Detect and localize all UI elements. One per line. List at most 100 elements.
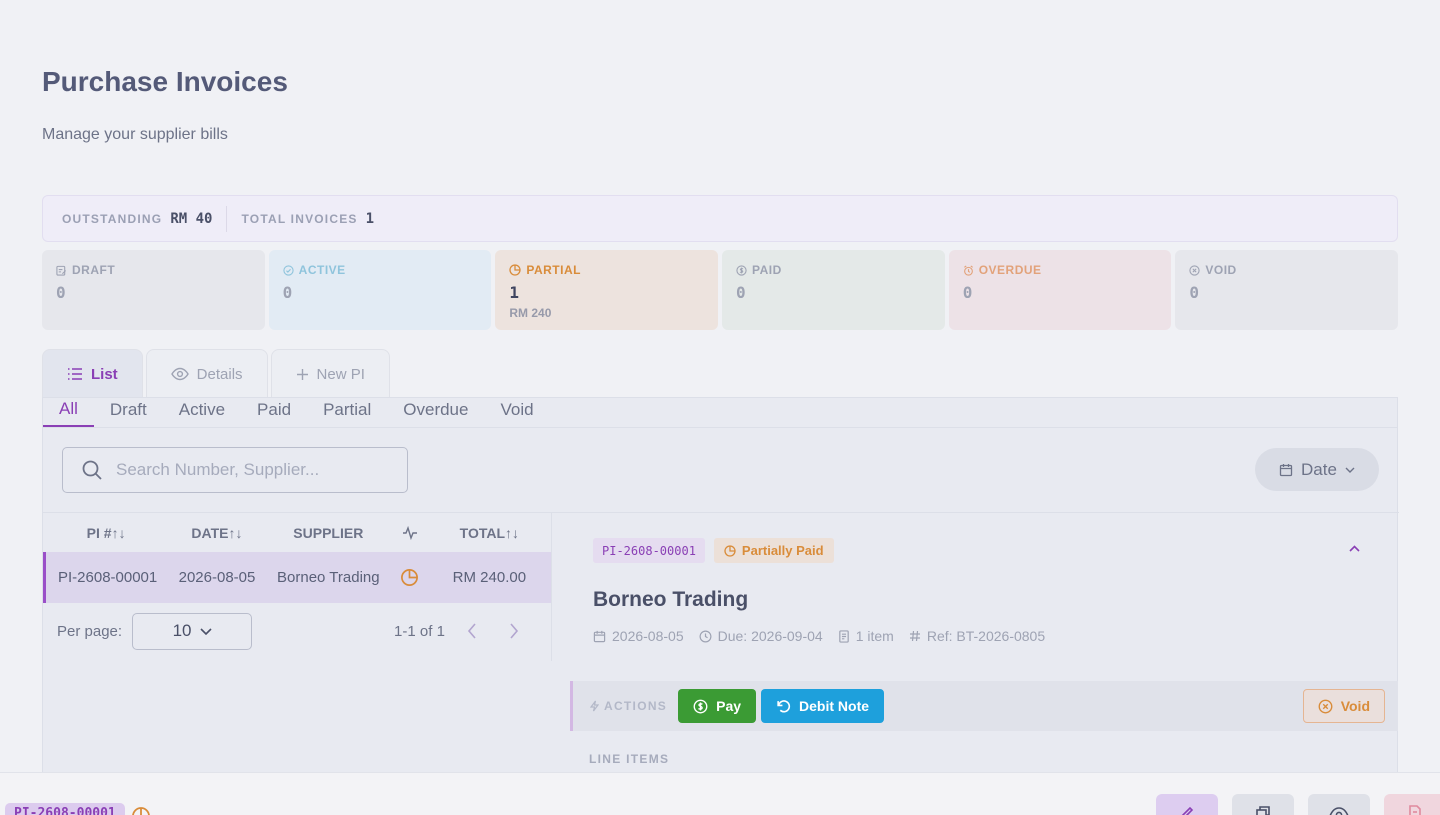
pdf-button[interactable] <box>1384 794 1440 815</box>
meta-reference: Ref: BT-2026-0805 <box>909 628 1045 644</box>
debit-note-button[interactable]: Debit Note <box>761 689 885 723</box>
status-card-count: 0 <box>962 283 973 302</box>
status-card-count: 0 <box>736 283 746 302</box>
calendar-icon <box>593 630 606 642</box>
status-card-overdue[interactable]: OVERDUE 0 <box>948 250 1172 330</box>
meta-due-date: Due: 2026-09-04 <box>699 628 823 644</box>
bottom-toolbar: PI-2608-00001 <box>0 772 1440 815</box>
status-card-active[interactable]: ACTIVE 0 <box>268 250 492 330</box>
alarm-icon <box>963 264 973 276</box>
pagination: Per page: 10 1-1 of 1 <box>43 603 551 659</box>
status-card-amount: RM 240 <box>509 306 552 320</box>
table-header: PI #↑↓ DATE↑↓ SUPPLIER TOTAL↑↓ <box>43 513 551 552</box>
page-title: Purchase Invoices <box>42 66 288 97</box>
copy-icon <box>1256 806 1270 815</box>
status-card-label: PAID <box>752 263 782 277</box>
actions-bar: ACTIONS Pay Debit Note Void <box>570 681 1398 731</box>
column-divider <box>551 513 552 661</box>
edit-button[interactable] <box>1156 794 1218 815</box>
status-card-count: 0 <box>282 283 293 302</box>
column-header-total[interactable]: TOTAL↑↓ <box>428 525 551 541</box>
lightning-icon <box>590 700 599 712</box>
status-cards: DRAFT 0 ACTIVE 0 PARTIAL 1 RM 240 PAID 0… <box>42 250 1399 330</box>
status-card-label: PARTIAL <box>526 263 581 277</box>
filter-draft[interactable]: Draft <box>94 397 163 427</box>
pie-chart-icon <box>401 569 419 586</box>
status-card-label: DRAFT <box>72 263 116 277</box>
search-icon <box>82 460 102 480</box>
invoice-meta: 2026-08-05 Due: 2026-09-04 1 item Ref: B… <box>593 628 1045 644</box>
page-range: 1-1 of 1 <box>394 622 445 640</box>
pay-button[interactable]: Pay <box>678 689 757 723</box>
tab-list[interactable]: List <box>42 349 143 398</box>
total-invoices-value: 1 <box>365 210 375 227</box>
x-circle-icon <box>1318 699 1333 713</box>
column-header-date[interactable]: DATE↑↓ <box>169 525 264 541</box>
detail-badges: PI-2608-00001 Partially Paid <box>593 538 834 563</box>
preview-button[interactable] <box>1308 794 1370 815</box>
status-card-label: VOID <box>1205 263 1237 277</box>
plus-icon <box>296 368 308 380</box>
chevron-left-icon[interactable] <box>467 623 477 639</box>
summary-bar: OUTSTANDING RM 40 TOTAL INVOICES 1 <box>42 195 1398 242</box>
tab-new-pi[interactable]: New PI <box>270 349 390 398</box>
search-input[interactable] <box>116 460 396 480</box>
filter-paid[interactable]: Paid <box>241 397 307 427</box>
status-card-count: 0 <box>56 283 66 302</box>
pie-chart-icon <box>509 264 521 276</box>
pencil-icon <box>1181 806 1194 815</box>
calendar-icon <box>1279 463 1293 476</box>
column-header-supplier: SUPPLIER <box>293 524 364 541</box>
list-panel: All Draft Active Paid Partial Overdue Vo… <box>42 397 1399 777</box>
column-header-pi[interactable]: PI #↑↓ <box>43 525 169 541</box>
pi-number-badge: PI-2608-00001 <box>593 538 705 563</box>
status-card-count: 1 <box>509 283 519 302</box>
status-card-void[interactable]: VOID 0 <box>1175 250 1399 330</box>
x-circle-icon <box>1189 264 1200 276</box>
per-page-select[interactable]: 10 <box>132 612 253 650</box>
filter-partial[interactable]: Partial <box>307 397 387 427</box>
line-items-heading: LINE ITEMS <box>589 752 670 766</box>
actions-label: ACTIONS <box>590 699 667 713</box>
tab-label: Details <box>196 365 243 383</box>
void-button[interactable]: Void <box>1302 689 1385 723</box>
meta-date: 2026-08-05 <box>593 628 684 644</box>
column-header-status <box>392 525 428 540</box>
meta-item-count: 1 item <box>838 628 894 644</box>
status-card-paid[interactable]: PAID 0 <box>722 250 945 330</box>
undo-icon <box>777 699 791 712</box>
chevron-up-icon[interactable] <box>1349 545 1360 552</box>
outstanding-value: RM 40 <box>170 210 213 227</box>
clock-icon <box>699 630 712 642</box>
filter-overdue[interactable]: Overdue <box>387 397 484 427</box>
tab-label: List <box>91 365 118 383</box>
total-invoices-label: TOTAL INVOICES <box>241 211 358 226</box>
cell-pi-number: PI-2608-00001 <box>58 569 158 586</box>
filter-all[interactable]: All <box>43 397 94 427</box>
view-tabs: List Details New PI <box>42 349 390 398</box>
cell-status <box>392 568 428 587</box>
summary-separator <box>226 205 228 232</box>
chevron-right-icon[interactable] <box>509 623 519 639</box>
tab-details[interactable]: Details <box>145 349 268 398</box>
cell-date: 2026-08-05 <box>178 569 256 586</box>
status-card-count: 0 <box>1189 283 1199 302</box>
eye-icon <box>170 367 189 381</box>
pie-chart-icon <box>132 807 150 815</box>
duplicate-button[interactable] <box>1232 794 1294 815</box>
pie-chart-icon <box>724 544 736 557</box>
draft-icon <box>56 265 67 276</box>
date-sort-label: Date <box>1301 459 1337 479</box>
dollar-circle-icon <box>736 264 747 276</box>
table-row[interactable]: PI-2608-00001 2026-08-05 Borneo Trading … <box>43 552 551 603</box>
date-sort-button[interactable]: Date <box>1255 448 1379 491</box>
per-page-value: 10 <box>172 621 192 640</box>
hash-icon <box>909 630 920 642</box>
filter-void[interactable]: Void <box>484 397 549 427</box>
page-subtitle: Manage your supplier bills <box>42 126 228 143</box>
status-badge: Partially Paid <box>713 538 834 563</box>
filter-active[interactable]: Active <box>163 397 241 427</box>
invoice-table: PI #↑↓ DATE↑↓ SUPPLIER TOTAL↑↓ PI-2608-0… <box>43 513 551 659</box>
status-card-partial[interactable]: PARTIAL 1 RM 240 <box>495 250 719 330</box>
status-card-draft[interactable]: DRAFT 0 <box>42 250 265 330</box>
